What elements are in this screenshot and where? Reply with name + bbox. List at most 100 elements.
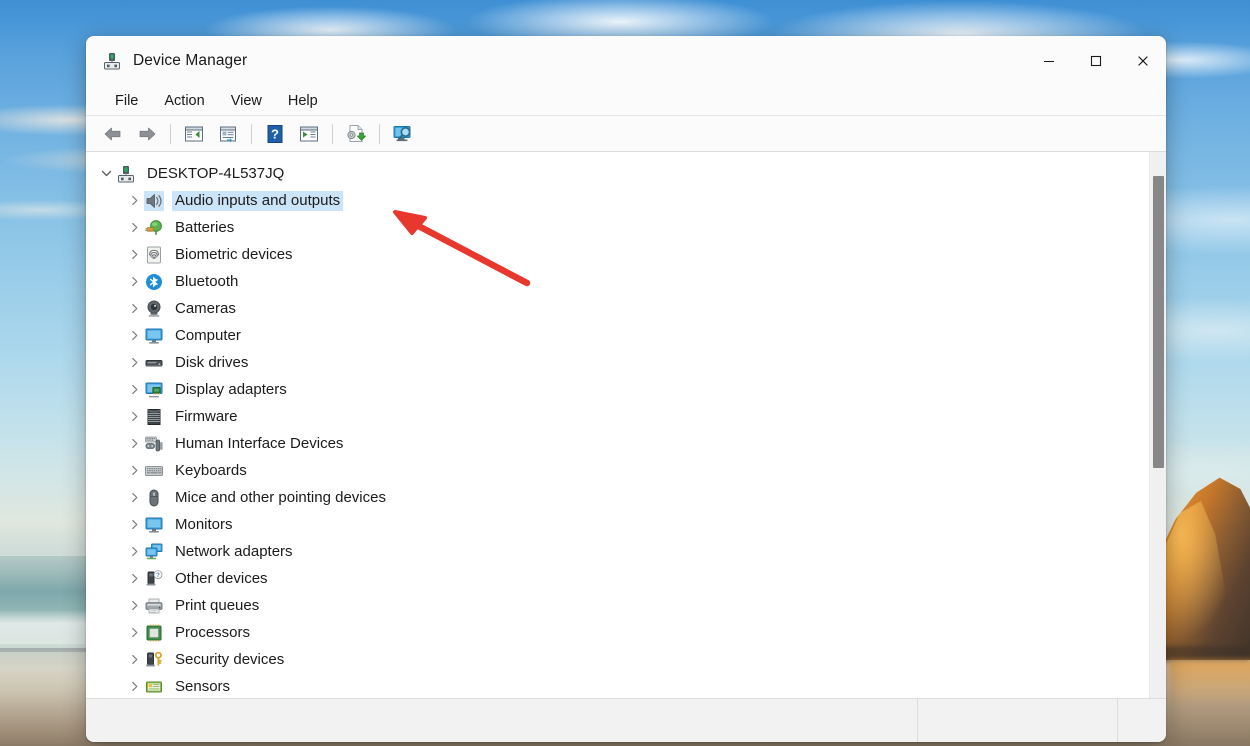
monitor-icon xyxy=(144,326,164,346)
window-controls xyxy=(1025,36,1166,86)
chevron-down-icon[interactable] xyxy=(98,166,114,182)
scan-hardware-changes-button[interactable] xyxy=(341,120,371,148)
chevron-right-icon[interactable] xyxy=(126,193,142,209)
tree-item-human-interface-devices[interactable]: Human Interface Devices xyxy=(86,430,1149,457)
tree-item-bluetooth[interactable]: Bluetooth xyxy=(86,268,1149,295)
tree-item-monitors[interactable]: Monitors xyxy=(86,511,1149,538)
back-button[interactable] xyxy=(98,120,128,148)
monitor-icon xyxy=(144,515,164,535)
tree-item-label: Other devices xyxy=(172,569,271,589)
tree-item-label: Computer xyxy=(172,326,244,346)
chevron-right-icon[interactable] xyxy=(126,247,142,263)
tree-item-batteries[interactable]: Batteries xyxy=(86,214,1149,241)
svg-text:?: ? xyxy=(271,126,279,141)
mouse-icon xyxy=(144,488,164,508)
device-manager-window: Device Manager File Action View Help xyxy=(86,36,1166,742)
tree-item-computer[interactable]: Computer xyxy=(86,322,1149,349)
hid-icon xyxy=(144,434,164,454)
tree-item-disk-drives[interactable]: Disk drives xyxy=(86,349,1149,376)
tree-item-label: Print queues xyxy=(172,596,262,616)
chevron-right-icon[interactable] xyxy=(126,274,142,290)
chevron-right-icon[interactable] xyxy=(126,679,142,695)
forward-button[interactable] xyxy=(132,120,162,148)
tree-item-label: Mice and other pointing devices xyxy=(172,488,389,508)
title-bar-left: Device Manager xyxy=(86,51,247,71)
toolbar-separator xyxy=(251,124,252,144)
unknown-device-icon: ? xyxy=(144,569,164,589)
toolbar-separator xyxy=(379,124,380,144)
toolbar-separator xyxy=(170,124,171,144)
camera-icon xyxy=(144,299,164,319)
tree-item-label: Sensors xyxy=(172,677,233,697)
chevron-right-icon[interactable] xyxy=(126,490,142,506)
speaker-icon xyxy=(144,191,164,211)
tree-item-mice-and-other-pointing-devices[interactable]: Mice and other pointing devices xyxy=(86,484,1149,511)
tree-view-area: DESKTOP-4L537JQ Audio inputs and o xyxy=(86,152,1166,698)
chevron-right-icon[interactable] xyxy=(126,517,142,533)
chevron-right-icon[interactable] xyxy=(126,301,142,317)
status-bar-pane-2 xyxy=(918,699,1118,742)
svg-text:?: ? xyxy=(156,573,160,579)
tree-item-network-adapters[interactable]: Network adapters xyxy=(86,538,1149,565)
tree-item-keyboards[interactable]: Keyboards xyxy=(86,457,1149,484)
toolbar: ? xyxy=(86,116,1166,152)
menu-view[interactable]: View xyxy=(218,90,275,112)
firmware-chip-icon xyxy=(144,407,164,427)
processor-icon xyxy=(144,623,164,643)
fingerprint-icon xyxy=(144,245,164,265)
window-title: Device Manager xyxy=(133,52,247,70)
printer-icon xyxy=(144,596,164,616)
chevron-right-icon[interactable] xyxy=(126,571,142,587)
tree-item-print-queues[interactable]: Print queues xyxy=(86,592,1149,619)
tree-item-other-devices[interactable]: ? Other devices xyxy=(86,565,1149,592)
tree-item-label: Monitors xyxy=(172,515,236,535)
status-bar xyxy=(86,698,1166,742)
tree-item-label: Firmware xyxy=(172,407,241,427)
tree-item-label: Audio inputs and outputs xyxy=(172,191,343,211)
show-hide-console-tree-button[interactable] xyxy=(179,120,209,148)
tree-item-label: Security devices xyxy=(172,650,287,670)
chevron-right-icon[interactable] xyxy=(126,436,142,452)
tree-item-security-devices[interactable]: Security devices xyxy=(86,646,1149,673)
display-adapter-icon xyxy=(144,380,164,400)
show-hide-action-pane-button[interactable] xyxy=(294,120,324,148)
tree-item-label: Cameras xyxy=(172,299,239,319)
chevron-right-icon[interactable] xyxy=(126,544,142,560)
chevron-right-icon[interactable] xyxy=(126,409,142,425)
menu-action[interactable]: Action xyxy=(151,90,217,112)
chevron-right-icon[interactable] xyxy=(126,328,142,344)
tree-item-cameras[interactable]: Cameras xyxy=(86,295,1149,322)
tree-item-biometric-devices[interactable]: Biometric devices xyxy=(86,241,1149,268)
chevron-right-icon[interactable] xyxy=(126,652,142,668)
scrollbar-thumb[interactable] xyxy=(1153,176,1164,468)
vertical-scrollbar[interactable] xyxy=(1149,152,1166,698)
chevron-right-icon[interactable] xyxy=(126,220,142,236)
chevron-right-icon[interactable] xyxy=(126,355,142,371)
tree-item-processors[interactable]: Processors xyxy=(86,619,1149,646)
tree-item-audio-inputs-and-outputs[interactable]: Audio inputs and outputs xyxy=(86,187,1149,214)
minimize-button[interactable] xyxy=(1025,36,1072,86)
tree-item-sensors[interactable]: Sensors xyxy=(86,673,1149,698)
chevron-right-icon[interactable] xyxy=(126,382,142,398)
tree-item-label: Biometric devices xyxy=(172,245,296,265)
device-tree[interactable]: DESKTOP-4L537JQ Audio inputs and o xyxy=(86,152,1149,698)
tree-item-label: Batteries xyxy=(172,218,237,238)
tree-root-node[interactable]: DESKTOP-4L537JQ xyxy=(86,160,1149,187)
chevron-right-icon[interactable] xyxy=(126,598,142,614)
tree-item-firmware[interactable]: Firmware xyxy=(86,403,1149,430)
menu-file[interactable]: File xyxy=(102,90,151,112)
menu-help[interactable]: Help xyxy=(275,90,331,112)
title-bar: Device Manager xyxy=(86,36,1166,86)
menu-bar: File Action View Help xyxy=(86,86,1166,116)
chevron-right-icon[interactable] xyxy=(126,625,142,641)
tree-item-display-adapters[interactable]: Display adapters xyxy=(86,376,1149,403)
battery-icon xyxy=(144,218,164,238)
maximize-button[interactable] xyxy=(1072,36,1119,86)
properties-button[interactable] xyxy=(213,120,243,148)
chevron-right-icon[interactable] xyxy=(126,463,142,479)
update-driver-button[interactable] xyxy=(388,120,418,148)
help-button[interactable]: ? xyxy=(260,120,290,148)
close-button[interactable] xyxy=(1119,36,1166,86)
network-adapter-icon xyxy=(144,542,164,562)
desktop: Device Manager File Action View Help xyxy=(0,0,1250,746)
